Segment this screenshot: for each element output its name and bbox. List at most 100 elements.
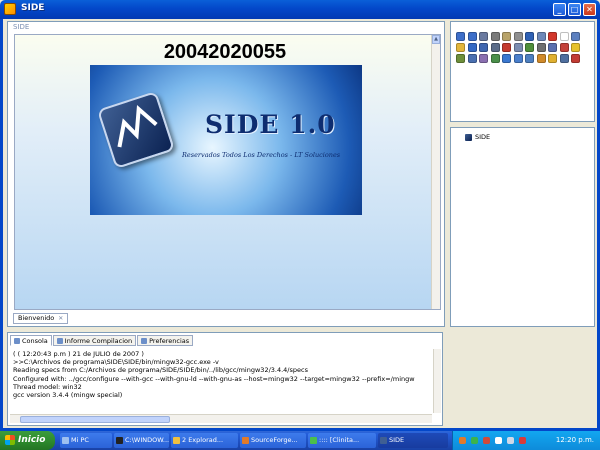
users-tray-icon[interactable] bbox=[483, 437, 490, 444]
project-tree-panel: SIDE bbox=[450, 127, 595, 327]
tab-bienvenido[interactable]: Bienvenido ✕ bbox=[13, 313, 69, 324]
network-tray-icon[interactable] bbox=[495, 437, 502, 444]
paste-icon[interactable] bbox=[502, 32, 511, 41]
splash-subtitle: Reservados Todos Los Derechos - LT Soluc… bbox=[182, 151, 341, 159]
welcome-page: 20042020055 SIDE 1.0 Reservados Todos Lo… bbox=[14, 34, 441, 310]
window-frame: SIDE 20042020055 SIDE 1.0 Reservados Tod… bbox=[0, 19, 600, 431]
taskbar-button[interactable]: SIDE bbox=[378, 433, 448, 448]
pdf-icon[interactable] bbox=[502, 43, 511, 52]
new-file-icon[interactable] bbox=[559, 32, 569, 41]
tree-root-label: SIDE bbox=[475, 133, 491, 141]
console-line: Configured with: ../gcc/configure --with… bbox=[13, 374, 415, 383]
console-vertical-scrollbar[interactable] bbox=[433, 349, 441, 413]
close-icon[interactable]: ✕ bbox=[58, 314, 63, 323]
search-icon[interactable] bbox=[525, 32, 534, 41]
console-line: gcc version 3.4.4 (mingw special) bbox=[13, 391, 123, 400]
console-icon bbox=[116, 437, 123, 444]
console-icon bbox=[14, 337, 20, 344]
edit-icon[interactable] bbox=[513, 32, 523, 41]
settings-icon[interactable] bbox=[559, 54, 569, 63]
brace-icon[interactable] bbox=[467, 54, 477, 63]
volume-tray-icon[interactable] bbox=[507, 437, 514, 444]
start-label: Inicio bbox=[18, 435, 46, 445]
taskbar-button-label: :::: [Clinita... bbox=[319, 436, 360, 444]
tab-informe-compilacion[interactable]: Informe Compilacion bbox=[52, 335, 137, 346]
console-line: Thread model: win32 bbox=[13, 382, 82, 391]
taskbar-button-label: SourceForge... bbox=[251, 436, 298, 444]
format-icon[interactable] bbox=[536, 43, 546, 52]
window-icon[interactable] bbox=[571, 32, 580, 41]
close-button[interactable]: ✕ bbox=[583, 3, 596, 16]
taskbar-button[interactable]: C:\WINDOW... bbox=[114, 433, 169, 448]
scroll-up-icon[interactable]: ▲ bbox=[432, 35, 440, 44]
stop-icon[interactable] bbox=[571, 54, 580, 63]
cut-icon[interactable] bbox=[479, 32, 488, 41]
tag-icon[interactable] bbox=[525, 43, 534, 52]
cloud-icon[interactable] bbox=[525, 54, 534, 63]
console-horizontal-scrollbar[interactable] bbox=[10, 414, 432, 423]
find-replace-icon[interactable] bbox=[536, 32, 546, 41]
open-folder-icon[interactable] bbox=[456, 43, 465, 52]
grid-icon[interactable] bbox=[490, 54, 500, 63]
taskbar-button-label: C:\WINDOW... bbox=[125, 436, 169, 444]
taskbar-button-label: 2 Explorad... bbox=[182, 436, 224, 444]
database-icon[interactable] bbox=[548, 43, 557, 52]
taskbar-button-label: SIDE bbox=[389, 436, 405, 444]
taskbar-button-label: Mi PC bbox=[71, 436, 89, 444]
app-icon bbox=[4, 3, 16, 15]
start-button[interactable]: Inicio bbox=[0, 431, 55, 450]
tab-informe-label: Informe Compilacion bbox=[64, 336, 133, 345]
splash-title: SIDE 1.0 bbox=[205, 110, 336, 139]
title-bar[interactable]: SIDE _ □ ✕ bbox=[0, 0, 600, 19]
print-icon[interactable] bbox=[490, 43, 500, 52]
project-icon bbox=[465, 133, 472, 141]
delete-icon[interactable] bbox=[548, 32, 557, 41]
taskbar-button[interactable]: SourceForge... bbox=[240, 433, 306, 448]
folder-icon bbox=[173, 437, 180, 444]
console-line: >>C:\Archivos de programa\SIDE\SIDE/bin/… bbox=[13, 358, 219, 367]
window-title: SIDE bbox=[21, 3, 45, 13]
find-icon[interactable] bbox=[513, 43, 523, 52]
indent-icon[interactable] bbox=[456, 54, 465, 63]
maximize-button[interactable]: □ bbox=[568, 3, 581, 16]
editor-panel: SIDE 20042020055 SIDE 1.0 Reservados Tod… bbox=[7, 21, 445, 327]
copy-icon[interactable] bbox=[490, 32, 500, 41]
lightning-icon[interactable] bbox=[571, 43, 580, 52]
table-icon[interactable] bbox=[513, 54, 523, 63]
messenger-tray-icon[interactable] bbox=[471, 437, 478, 444]
welcome-vertical-scrollbar[interactable]: ▲ ▼ bbox=[431, 35, 440, 309]
clock[interactable]: 12:20 p.m. bbox=[556, 431, 594, 450]
firefox-tray-icon[interactable] bbox=[459, 437, 466, 444]
undo-icon[interactable] bbox=[456, 32, 465, 41]
tab-consola[interactable]: Consola bbox=[10, 335, 52, 346]
security-tray-icon[interactable] bbox=[519, 437, 526, 444]
tab-consola-label: Consola bbox=[22, 336, 48, 345]
editor-panel-label: SIDE bbox=[13, 23, 30, 31]
minimize-button[interactable]: _ bbox=[553, 3, 566, 16]
taskbar-button[interactable]: 2 Explorad... bbox=[171, 433, 238, 448]
tab-preferencias[interactable]: Preferencias bbox=[137, 335, 194, 346]
help-icon[interactable] bbox=[548, 54, 557, 63]
save-icon[interactable] bbox=[467, 43, 477, 52]
run-icon[interactable] bbox=[559, 43, 569, 52]
preferences-icon bbox=[141, 337, 148, 344]
windows-logo-icon bbox=[5, 435, 15, 445]
taskbar-button[interactable]: Mi PC bbox=[60, 433, 112, 448]
messenger-icon bbox=[310, 437, 317, 444]
console-tabs: Consola Informe Compilacion Preferencias bbox=[10, 335, 194, 346]
pencil-icon[interactable] bbox=[536, 54, 546, 63]
tree-root-item[interactable]: SIDE bbox=[465, 133, 490, 141]
console-panel: Consola Informe Compilacion Preferencias… bbox=[7, 332, 443, 426]
computer-icon bbox=[62, 437, 69, 444]
console-line: ( ( 12:20:43 p.m ) 21 de JULIO de 2007 ) bbox=[13, 350, 144, 358]
redo-icon[interactable] bbox=[467, 32, 477, 41]
taskbar-button[interactable]: :::: [Clinita... bbox=[308, 433, 376, 448]
save-as-icon[interactable] bbox=[479, 43, 488, 52]
browser-icon bbox=[242, 437, 249, 444]
console-output[interactable]: ( ( 12:20:43 p.m ) 21 de JULIO de 2007 )… bbox=[13, 350, 433, 410]
scroll-thumb[interactable] bbox=[20, 416, 170, 423]
list-icon[interactable] bbox=[479, 54, 488, 63]
document-number: 20042020055 bbox=[163, 41, 287, 63]
mail-icon[interactable] bbox=[502, 54, 511, 63]
toolbar-panel bbox=[450, 21, 595, 122]
